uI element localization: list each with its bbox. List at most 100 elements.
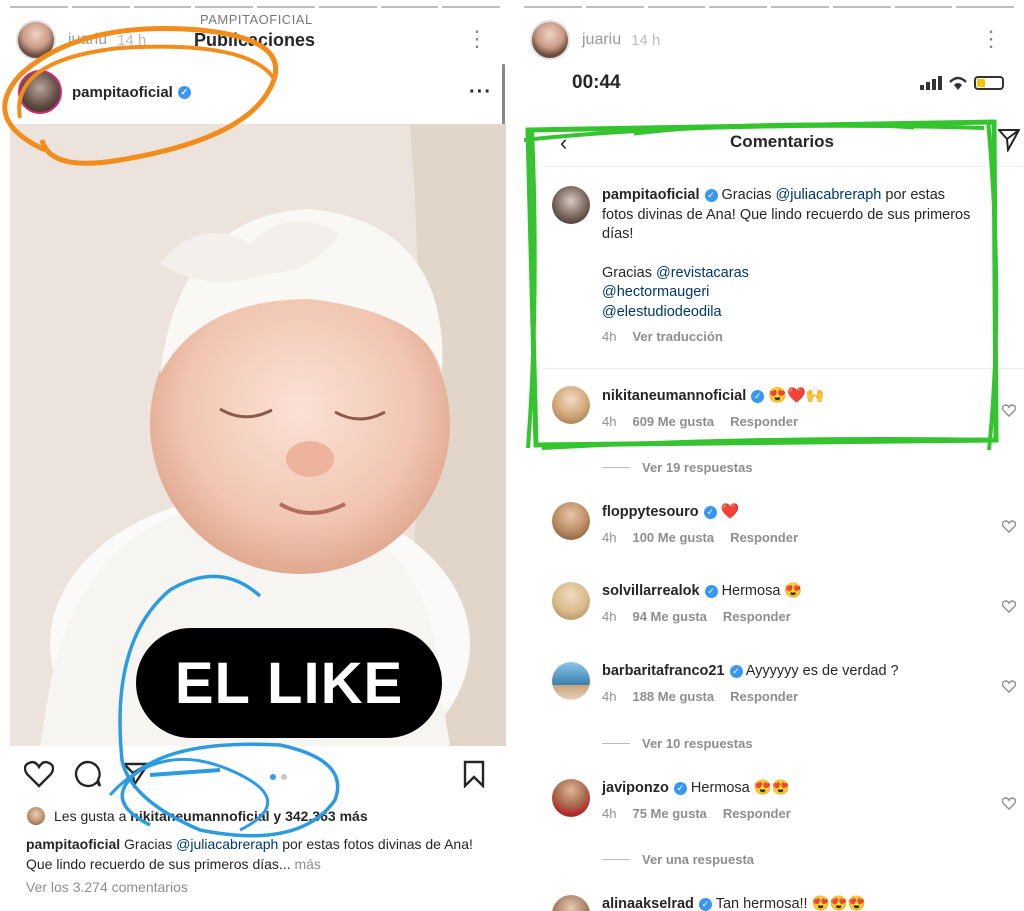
left-story: PAMPITAOFICIAL Publicaciones juariu 14 h… — [0, 0, 510, 911]
mention-link[interactable]: @elestudiodeodila — [602, 303, 980, 323]
avatar[interactable] — [16, 20, 56, 60]
heart-icon[interactable] — [23, 760, 55, 793]
story-progress-bar — [10, 6, 500, 8]
mention-link[interactable]: @hectormaugeri — [602, 283, 980, 303]
share-icon[interactable] — [121, 760, 151, 793]
mention-link[interactable]: @revistacaras — [656, 265, 749, 281]
comment-username[interactable]: floppytesouro — [602, 504, 699, 520]
clock: 00:44 — [572, 72, 621, 93]
post-more-icon[interactable]: ··· — [469, 81, 492, 104]
likes-count[interactable]: 94 Me gusta — [632, 609, 706, 624]
avatar[interactable] — [552, 582, 590, 620]
view-replies-link[interactable]: Ver una respuesta — [602, 852, 754, 867]
header-divider — [542, 166, 1024, 167]
mention-link[interactable]: @juliacabreraph — [776, 187, 882, 203]
caption-text: Gracias — [124, 836, 173, 852]
comment-item: alinaakselrad ✓ Tan hermosa!! 😍😍😍 — [552, 895, 1016, 911]
battery-icon — [974, 76, 1004, 90]
comment-text: Hermosa 😍 — [721, 583, 803, 599]
likes-count[interactable]: 609 Me gusta — [632, 414, 714, 429]
more-options-icon[interactable]: ⋮ — [466, 28, 488, 50]
post-avatar[interactable] — [18, 70, 62, 114]
story-progress-bar — [524, 6, 1014, 8]
comment-time: 4h — [602, 805, 617, 821]
caption-more-link[interactable]: más — [294, 856, 320, 872]
caption-mention[interactable]: @juliacabreraph — [176, 836, 278, 852]
wifi-icon — [949, 76, 967, 90]
story-header: juariu 14 h ⋮ — [530, 18, 1008, 62]
comment-time: 4h — [602, 529, 617, 545]
comment-username[interactable]: solvillarrealok — [602, 583, 700, 599]
more-options-icon[interactable]: ⋮ — [980, 28, 1002, 50]
status-icons — [920, 76, 1004, 90]
comment-username[interactable]: javiponzo — [602, 780, 669, 796]
likes-line[interactable]: Les gusta a nikitaneumannoficial y 342.3… — [26, 806, 368, 826]
story-time: 14 h — [117, 31, 147, 49]
like-heart-icon[interactable] — [1001, 404, 1017, 422]
reply-link[interactable]: Responder — [730, 530, 798, 545]
comment-username[interactable]: nikitaneumannoficial — [602, 388, 746, 404]
like-heart-icon[interactable] — [1001, 797, 1017, 815]
liker-avatar — [26, 806, 46, 826]
comment-item: solvillarrealok ✓ Hermosa 😍 4h 94 Me gusta… — [552, 582, 1017, 632]
comment-text: Tan hermosa!! 😍😍😍 — [715, 896, 866, 911]
likes-prefix: Les gusta a — [54, 808, 127, 824]
like-heart-icon[interactable] — [1001, 520, 1017, 538]
likes-user[interactable]: nikitaneumannoficial — [130, 808, 269, 824]
comment-item: floppytesouro ✓ ❤️ 4h 100 Me gusta Responde… — [552, 502, 1017, 552]
post-header: pampitaoficial ✓ ··· — [18, 68, 492, 116]
send-icon[interactable] — [996, 128, 1021, 157]
avatar[interactable] — [552, 662, 590, 700]
avatar[interactable] — [552, 779, 590, 817]
verified-icon: ✓ — [704, 188, 718, 202]
comment-item: nikitaneumannoficial ✓ 😍❤️🙌 4h 609 Me gust… — [552, 386, 1017, 436]
likes-count[interactable]: 100 Me gusta — [632, 530, 714, 545]
likes-count[interactable]: 188 Me gusta — [632, 689, 714, 704]
comments-header: ‹ Comentarios — [540, 128, 1024, 158]
story-username[interactable]: juariu — [582, 31, 621, 49]
reply-link[interactable]: Responder — [730, 414, 798, 429]
comment-divider — [542, 368, 1024, 369]
phone-status-bar: 00:44 — [572, 72, 1010, 98]
comment-meta: 4h Ver traducción — [602, 327, 980, 347]
avatar[interactable] — [552, 186, 590, 224]
view-replies-link[interactable]: Ver 10 respuestas — [602, 736, 753, 751]
comment-text: Gracias — [721, 187, 772, 203]
comment-username[interactable]: barbaritafranco21 — [602, 663, 725, 679]
avatar[interactable] — [552, 502, 590, 540]
comment-username[interactable]: alinaakselrad — [602, 896, 694, 911]
thanks-text: Gracias — [602, 264, 652, 281]
avatar[interactable] — [552, 386, 590, 424]
caption-username[interactable]: pampitaoficial — [26, 836, 120, 852]
verified-icon: ✓ — [751, 389, 765, 403]
reply-link[interactable]: Responder — [723, 806, 791, 821]
likes-count[interactable]: 75 Me gusta — [632, 806, 706, 821]
verified-icon: ✓ — [703, 505, 717, 519]
reply-link[interactable]: Responder — [730, 689, 798, 704]
view-replies-link[interactable]: Ver 19 respuestas — [602, 460, 753, 475]
view-comments-link[interactable]: Ver los 3.274 comentarios — [26, 879, 188, 895]
comment-username[interactable]: pampitaoficial — [602, 187, 700, 203]
comment-item: barbaritafranco21 ✓ Ayyyyyy es de verdad … — [552, 662, 1017, 712]
avatar[interactable] — [552, 895, 590, 911]
post-actions — [23, 760, 486, 793]
comments-title: Comentarios — [730, 132, 834, 151]
comment-icon[interactable] — [74, 760, 102, 793]
like-heart-icon[interactable] — [1001, 600, 1017, 618]
comment-text: 😍❤️🙌 — [768, 387, 825, 404]
post-username[interactable]: pampitaoficial ✓ — [72, 84, 191, 101]
bookmark-icon[interactable] — [462, 760, 486, 793]
reply-link[interactable]: Responder — [723, 609, 791, 624]
caption-comment: pampitaoficial ✓ Gracias @juliacabreraph … — [552, 186, 1016, 356]
see-translation-link[interactable]: Ver traducción — [632, 329, 722, 344]
verified-icon: ✓ — [177, 86, 191, 100]
like-heart-icon[interactable] — [1001, 680, 1017, 698]
story-username[interactable]: juariu — [68, 31, 107, 49]
right-story: juariu 14 h ⋮ 00:44 ‹ Comentarios pampit… — [514, 0, 1024, 911]
likes-suffix[interactable]: y 342.363 más — [273, 808, 367, 824]
comment-text: Hermosa 😍😍 — [690, 780, 790, 796]
signal-icon — [920, 76, 942, 90]
carousel-dots — [270, 774, 287, 780]
post-caption: pampitaoficial Gracias @juliacabreraph p… — [26, 834, 496, 874]
avatar[interactable] — [530, 20, 570, 60]
